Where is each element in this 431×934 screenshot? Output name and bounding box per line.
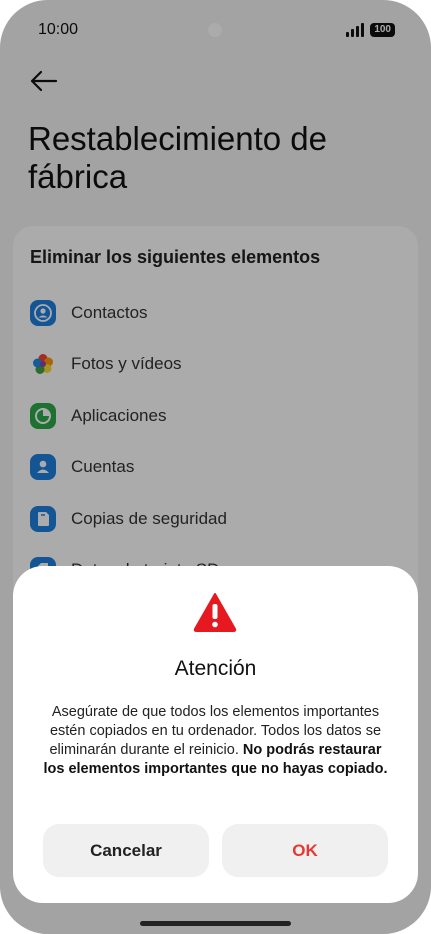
ok-button[interactable]: OK <box>222 824 388 877</box>
dialog-title: Atención <box>174 657 257 680</box>
warning-icon <box>193 593 237 632</box>
phone-frame: 10:00 100 Restablecimiento de fábrica El… <box>0 0 431 934</box>
warning-dialog: Atención Asegúrate de que todos los elem… <box>13 566 418 903</box>
cancel-button[interactable]: Cancelar <box>43 824 209 877</box>
dialog-message: Asegúrate de que todos los elementos imp… <box>38 703 393 779</box>
home-indicator[interactable] <box>140 921 291 926</box>
